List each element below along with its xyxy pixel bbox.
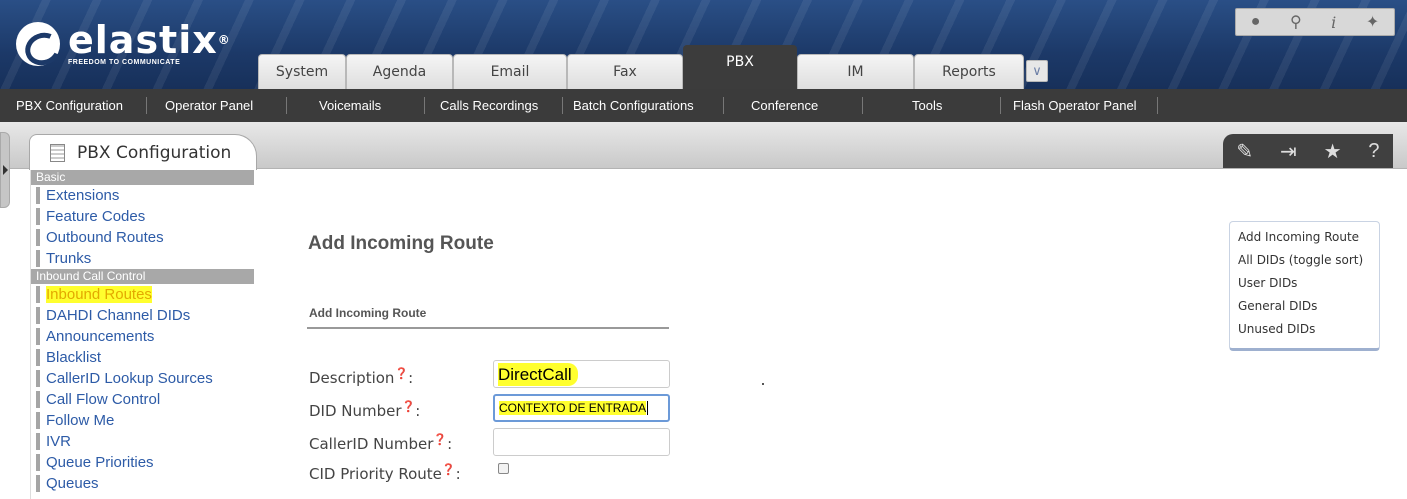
link-add-incoming-route[interactable]: Add Incoming Route — [1238, 226, 1379, 249]
callerid-number-label: CallerID Number❓: — [309, 433, 453, 453]
app-header: elastix® FREEDOM TO COMMUNICATE System A… — [0, 0, 1407, 89]
description-label: Description❓: — [309, 367, 414, 387]
info-icon[interactable]: i — [1331, 13, 1336, 32]
help-icon[interactable]: ? — [1368, 140, 1379, 163]
subnav-operator-panel[interactable]: Operator Panel — [165, 89, 253, 122]
help-icon: ❓ — [433, 433, 448, 446]
sidebar-item-trunks[interactable]: Trunks — [31, 248, 254, 269]
theme-drop-icon[interactable]: ● — [1251, 13, 1261, 31]
main-tabs: System Agenda Email Fax PBX IM Reports ∨ — [258, 45, 1048, 89]
sidebar-section-header: Basic — [31, 170, 254, 185]
elastix-logo[interactable]: elastix® FREEDOM TO COMMUNICATE — [16, 21, 231, 66]
did-number-label: DID Number❓: — [309, 400, 421, 420]
subnav-conference[interactable]: Conference — [751, 89, 818, 122]
sidebar-item-callerid-lookup-sources[interactable]: CallerID Lookup Sources — [31, 368, 254, 389]
sidebar-item-queue-priorities[interactable]: Queue Priorities — [31, 452, 254, 473]
expand-icon[interactable]: ⇥ — [1280, 139, 1297, 164]
page-title: Add Incoming Route — [308, 233, 494, 254]
sidebar-item-outbound-routes[interactable]: Outbound Routes — [31, 227, 254, 248]
sidebar-toggle-handle[interactable] — [0, 132, 10, 208]
more-tabs-chevron-icon[interactable]: ∨ — [1026, 60, 1048, 82]
subnav-calls-recordings[interactable]: Calls Recordings — [440, 89, 538, 122]
sidebar-item-inbound-routes[interactable]: Inbound Routes — [31, 284, 254, 305]
module-tab: PBX Configuration — [29, 134, 257, 170]
help-icon: ❓ — [394, 367, 409, 380]
sidebar-item-blacklist[interactable]: Blacklist — [31, 347, 254, 368]
favorite-star-icon[interactable]: ★ — [1324, 139, 1342, 164]
tab-system[interactable]: System — [258, 54, 346, 89]
sidebar-item-dahdi-channel-dids[interactable]: DAHDI Channel DIDs — [31, 305, 254, 326]
addons-puzzle-icon[interactable]: ✦ — [1366, 12, 1379, 32]
sidebar-menu: Basic Extensions Feature Codes Outbound … — [30, 170, 254, 499]
subnav-tools[interactable]: Tools — [912, 89, 942, 122]
top-toolbar: ● ⚲ i ✦ — [1235, 8, 1395, 36]
search-icon[interactable]: ⚲ — [1290, 12, 1302, 32]
help-icon: ❓ — [441, 463, 456, 476]
sidebar-item-extensions[interactable]: Extensions — [31, 185, 254, 206]
sidebar-item-announcements[interactable]: Announcements — [31, 326, 254, 347]
tab-pbx[interactable]: PBX — [683, 45, 797, 89]
subnav-voicemails[interactable]: Voicemails — [319, 89, 381, 122]
link-user-dids[interactable]: User DIDs — [1238, 272, 1379, 295]
sidebar-item-feature-codes[interactable]: Feature Codes — [31, 206, 254, 227]
tab-fax[interactable]: Fax — [567, 54, 683, 89]
did-links-box: Add Incoming Route All DIDs (toggle sort… — [1229, 221, 1380, 351]
link-all-dids[interactable]: All DIDs (toggle sort) — [1238, 249, 1379, 272]
cid-priority-label: CID Priority Route❓: — [309, 463, 461, 483]
subnav-pbx-configuration[interactable]: PBX Configuration — [16, 89, 123, 122]
logo-name: elastix — [68, 17, 218, 62]
cid-priority-checkbox[interactable] — [498, 463, 509, 474]
edit-icon[interactable]: ✎ — [1236, 139, 1253, 164]
sidebar-section-header: Inbound Call Control — [31, 269, 254, 284]
tab-agenda[interactable]: Agenda — [346, 54, 453, 89]
tab-im[interactable]: IM — [797, 54, 914, 89]
module-toolbar: ✎ ⇥ ★ ? — [1223, 134, 1393, 168]
did-number-input[interactable]: CONTEXTO DE ENTRADA — [493, 394, 670, 422]
logo-mark-icon — [16, 22, 60, 66]
link-general-dids[interactable]: General DIDs — [1238, 295, 1379, 318]
sidebar-item-queues[interactable]: Queues — [31, 473, 254, 494]
section-divider — [307, 327, 669, 329]
link-unused-dids[interactable]: Unused DIDs — [1238, 318, 1379, 341]
pbx-subnav: PBX Configuration Operator Panel Voicema… — [0, 89, 1407, 122]
help-icon: ❓ — [401, 400, 416, 413]
module-title: PBX Configuration — [77, 142, 232, 163]
tab-reports[interactable]: Reports — [914, 54, 1024, 89]
stray-dot — [762, 383, 764, 385]
module-document-icon — [50, 143, 65, 162]
subnav-flash-operator-panel[interactable]: Flash Operator Panel — [1013, 89, 1137, 122]
tab-email[interactable]: Email — [453, 54, 567, 89]
sidebar-item-call-flow-control[interactable]: Call Flow Control — [31, 389, 254, 410]
sidebar-item-follow-me[interactable]: Follow Me — [31, 410, 254, 431]
callerid-number-input[interactable] — [493, 428, 670, 456]
subnav-batch-configurations[interactable]: Batch Configurations — [573, 89, 694, 122]
sidebar-item-ivr[interactable]: IVR — [31, 431, 254, 452]
description-input[interactable]: DirectCall — [493, 360, 670, 388]
section-title: Add Incoming Route — [309, 306, 427, 320]
